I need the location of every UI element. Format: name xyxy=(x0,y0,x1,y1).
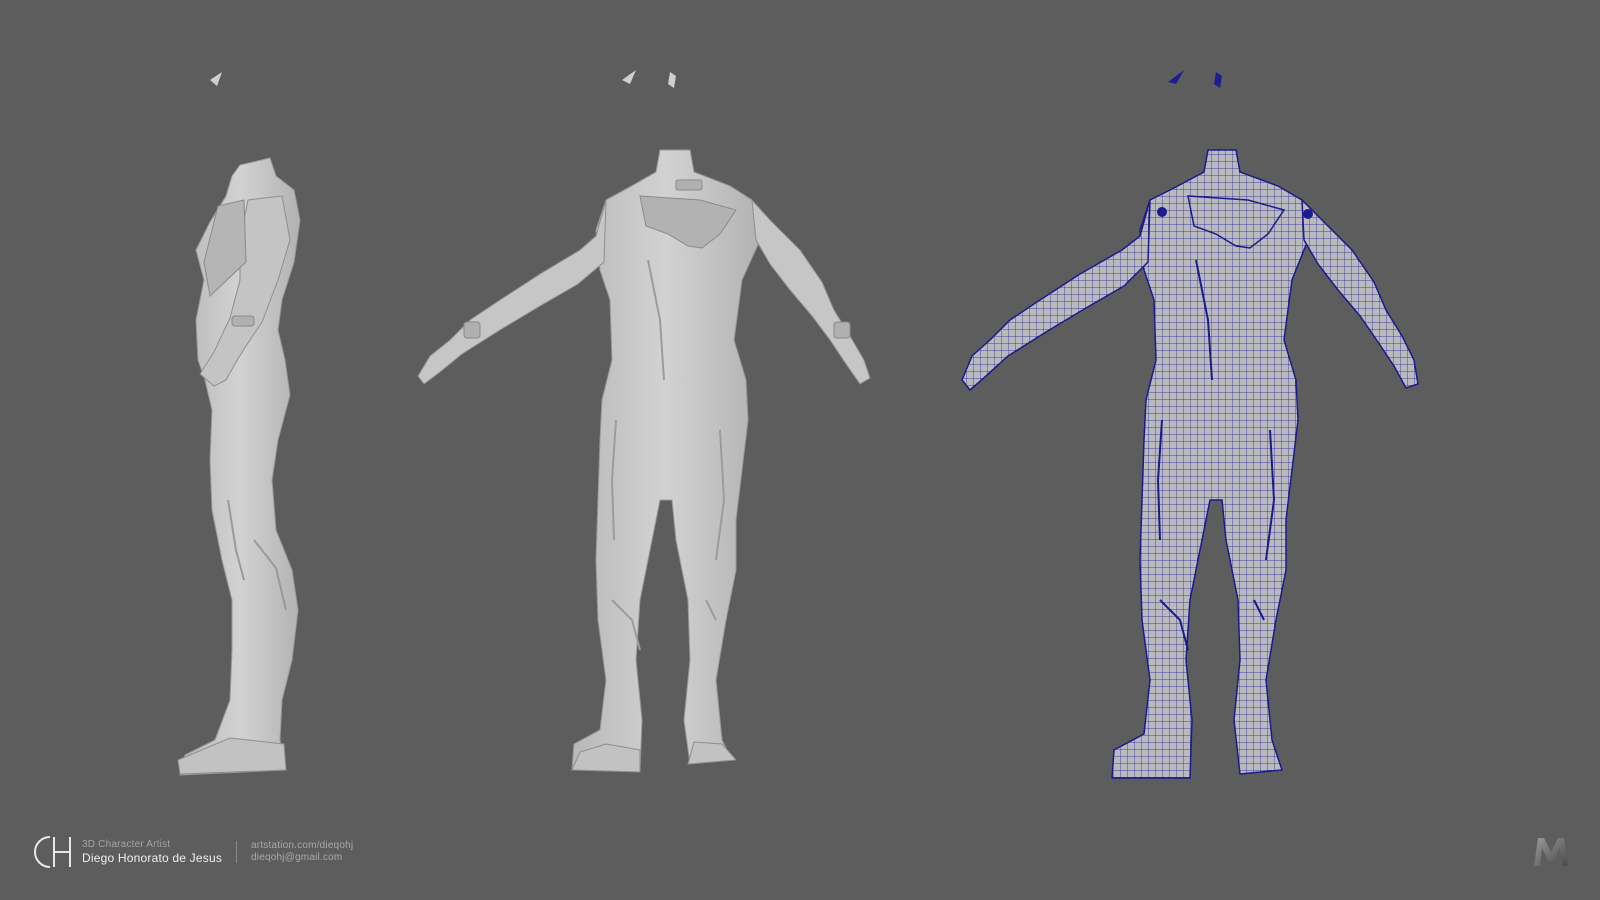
side-wrist-cuff xyxy=(231,315,255,327)
wireframe-view-figure xyxy=(961,70,1419,779)
back-neck-panel xyxy=(675,179,703,191)
maya-logo-icon xyxy=(1534,838,1568,866)
credits-footer: 3D Character Artist Diego Honorato de Je… xyxy=(32,832,353,872)
dh-monogram-icon xyxy=(34,836,71,868)
wire-shoulder-bolt-left xyxy=(1157,207,1167,217)
back-arm-left xyxy=(417,199,607,385)
footer-divider xyxy=(236,841,238,863)
wire-ear-piece-right xyxy=(1214,72,1222,88)
ear-piece-left-back xyxy=(622,70,636,84)
wire-arm-right xyxy=(1301,198,1419,389)
back-arm-right xyxy=(751,198,871,385)
side-shoe xyxy=(177,737,287,775)
side-view-figure xyxy=(177,72,301,776)
ear-piece-left xyxy=(210,72,222,86)
back-wrist-cuff-right xyxy=(833,321,851,339)
back-view-figure xyxy=(417,70,871,773)
wire-arm-left xyxy=(961,199,1151,392)
back-wrist-cuff-left xyxy=(463,321,481,339)
turntable-figures xyxy=(177,70,1419,779)
back-shoe-right xyxy=(687,741,738,765)
artist-name: Diego Honorato de Jesus xyxy=(82,850,223,865)
wire-ear-piece-left xyxy=(1168,70,1184,84)
email-link[interactable]: dieqohj@gmail.com xyxy=(251,852,353,864)
ear-piece-right-back xyxy=(668,72,676,88)
artist-info: 3D Character Artist Diego Honorato de Je… xyxy=(82,839,222,866)
render-stage: 3D Character Artist Diego Honorato de Je… xyxy=(0,0,1600,900)
wire-shoulder-bolt-right xyxy=(1303,209,1313,219)
website-link[interactable]: artstation.com/dieqohj xyxy=(251,840,353,852)
artist-role: 3D Character Artist xyxy=(82,838,171,850)
contact-info: artstation.com/dieqohj dieqohj@gmail.com xyxy=(251,840,353,864)
